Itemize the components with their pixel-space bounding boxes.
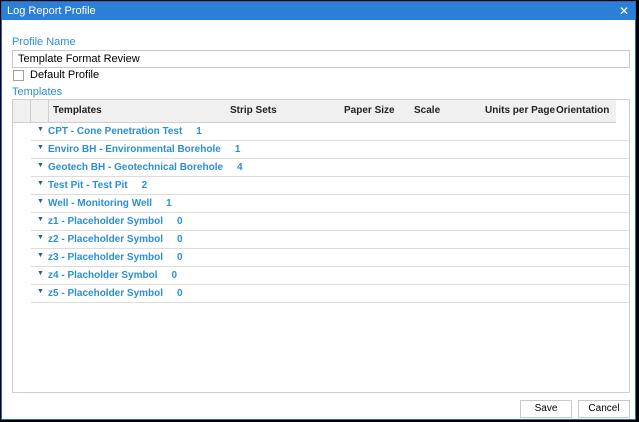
template-row[interactable]: ▼ z1 - Placeholder Symbol 0 [31,213,629,231]
template-count: 0 [177,234,183,245]
column-header-paper-size[interactable]: Paper Size [344,100,395,122]
header-expand-cell [30,100,49,122]
profile-name-label: Profile Name [12,36,76,48]
template-row[interactable]: ▼ Geotech BH - Geotechnical Borehole 4 [31,159,629,177]
templates-grid: Templates Strip Sets Paper Size Scale Un… [12,99,630,393]
template-name: z4 - Placholder Symbol [48,270,158,281]
template-name: z2 - Placeholder Symbol [48,234,164,245]
template-name: Well - Monitoring Well [48,198,153,209]
expand-triangle-icon[interactable]: ▼ [37,288,44,295]
profile-name-input[interactable] [12,50,630,68]
template-row[interactable]: ▼ z5 - Placeholder Symbol 0 [31,285,629,303]
expand-triangle-icon[interactable]: ▼ [37,180,44,187]
expand-triangle-icon[interactable]: ▼ [37,252,44,259]
template-name: Geotech BH - Geotechnical Borehole [48,162,224,173]
template-row[interactable]: ▼ Test Pit - Test Pit 2 [31,177,629,195]
expand-triangle-icon[interactable]: ▼ [37,126,44,133]
expand-triangle-icon[interactable]: ▼ [37,270,44,277]
column-header-orientation[interactable]: Orientation [556,100,609,122]
template-name: z3 - Placeholder Symbol [48,252,164,263]
column-header-templates[interactable]: Templates [53,100,102,122]
expand-triangle-icon[interactable]: ▼ [37,198,44,205]
template-row[interactable]: ▼ Enviro BH - Environmental Borehole 1 [31,141,629,159]
template-count: 2 [141,180,148,191]
expand-triangle-icon[interactable]: ▼ [37,162,44,169]
close-icon[interactable]: ✕ [619,2,629,20]
window-title: Log Report Profile [7,5,96,17]
expand-triangle-icon[interactable]: ▼ [37,234,44,241]
template-row[interactable]: ▼ Well - Monitoring Well 1 [31,195,629,213]
template-row[interactable]: ▼ z4 - Placholder Symbol 0 [31,267,629,285]
template-count: 4 [237,162,243,173]
template-row[interactable]: ▼ z2 - Placeholder Symbol 0 [31,231,629,249]
template-name: z1 - Placeholder Symbol [48,216,164,227]
column-header-units-per-page[interactable]: Units per Page [485,100,555,122]
column-header-scale[interactable]: Scale [414,100,440,122]
template-name: CPT - Cone Penetration Test [48,126,183,137]
template-count: 0 [177,288,183,299]
template-name: Test Pit - Test Pit [48,180,128,191]
template-count: 1 [196,126,202,137]
expand-triangle-icon[interactable]: ▼ [37,216,44,223]
template-row[interactable]: ▼ CPT - Cone Penetration Test 1 [31,123,629,141]
template-count: 0 [171,270,178,281]
default-profile-checkbox-row[interactable]: Default Profile [13,69,99,81]
expand-triangle-icon[interactable]: ▼ [37,144,44,151]
default-profile-checkbox[interactable] [13,69,24,81]
template-row[interactable]: ▼ z3 - Placeholder Symbol 0 [31,249,629,267]
template-name: z5 - Placeholder Symbol [48,288,164,299]
template-count: 0 [177,252,183,263]
grid-header: Templates Strip Sets Paper Size Scale Un… [13,100,616,123]
cancel-button[interactable]: Cancel [578,400,630,418]
template-count: 1 [234,144,241,155]
template-name: Enviro BH - Environmental Borehole [48,144,221,155]
title-bar: Log Report Profile ✕ [2,2,635,20]
save-button[interactable]: Save [520,400,572,418]
default-profile-label: Default Profile [30,69,100,81]
log-report-profile-dialog: Log Report Profile ✕ Profile Name Defaul… [1,1,636,420]
templates-label: Templates [12,86,63,98]
template-count: 0 [177,216,183,227]
template-rows: ▼ CPT - Cone Penetration Test 1 ▼ Enviro BH… [31,123,629,303]
template-count: 1 [166,198,172,209]
column-header-strip-sets[interactable]: Strip Sets [230,100,277,122]
header-select-cell [13,100,31,122]
